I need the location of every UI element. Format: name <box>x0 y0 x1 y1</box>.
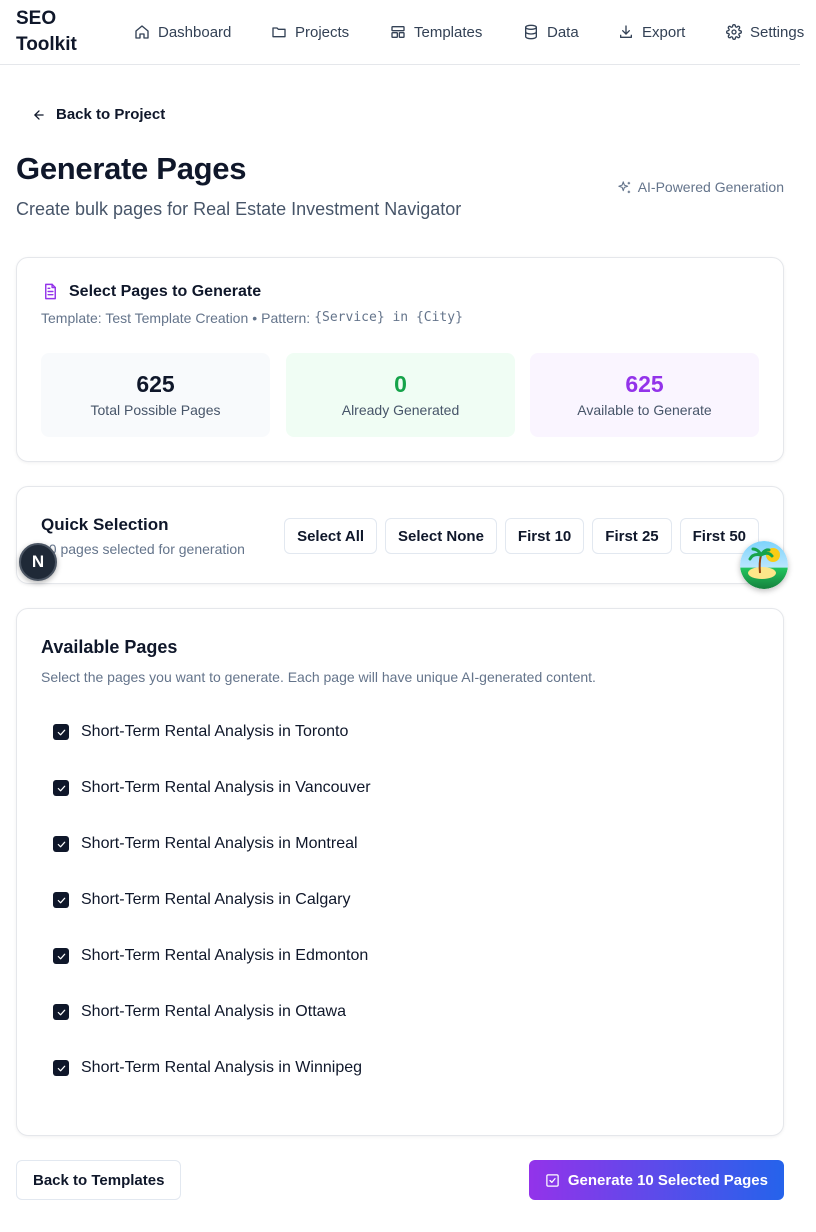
check-icon <box>57 953 65 959</box>
quick-selection-card: Quick Selection 10 pages selected for ge… <box>16 486 784 584</box>
download-icon <box>620 25 632 38</box>
page-list-item[interactable]: Short-Term Rental Analysis in Calgary <box>53 889 371 945</box>
stat-label: Available to Generate <box>577 402 712 418</box>
select-pages-card: Select Pages to Generate Template: Test … <box>16 257 784 462</box>
page-subtitle: Create bulk pages for Real Estate Invest… <box>16 199 462 219</box>
select-none-button[interactable]: Select None <box>385 518 497 554</box>
page-checkbox[interactable] <box>53 1060 69 1076</box>
page-label[interactable]: Short-Term Rental Analysis in Ottawa <box>81 1001 346 1023</box>
pattern-value: {Service} in {City} <box>314 310 463 325</box>
arrow-left-icon <box>34 109 44 120</box>
ai-badge-label: AI-Powered Generation <box>637 179 784 195</box>
stat-label: Already Generated <box>341 402 460 418</box>
check-square-icon <box>546 1173 559 1187</box>
stat-value: 0 <box>394 371 407 397</box>
quick-selection-title: Quick Selection <box>41 515 169 534</box>
stat-label: Total Possible Pages <box>90 402 221 418</box>
select-all-button[interactable]: Select All <box>284 518 378 554</box>
selection-count-text: 10 pages selected for generation <box>41 541 245 557</box>
stat-already-generated: 0 Already Generated <box>286 353 515 437</box>
nav-item-settings[interactable]: Settings <box>726 0 804 64</box>
back-to-project-label: Back to Project <box>56 106 166 123</box>
island-illustration <box>740 541 788 589</box>
page-label[interactable]: Short-Term Rental Analysis in Winnipeg <box>81 1057 362 1079</box>
home-icon <box>135 25 149 39</box>
database-icon <box>525 24 537 40</box>
page-list-item[interactable]: Short-Term Rental Analysis in Toronto <box>53 721 371 777</box>
page-label[interactable]: Short-Term Rental Analysis in Edmonton <box>81 945 368 967</box>
layout-icon <box>391 25 405 38</box>
available-pages-title: Available Pages <box>41 637 178 657</box>
check-icon <box>57 1009 65 1015</box>
page-label[interactable]: Short-Term Rental Analysis in Toronto <box>81 721 348 743</box>
nav-label: Settings <box>750 23 805 41</box>
back-to-templates-button[interactable]: Back to Templates <box>16 1160 182 1200</box>
first-10-button[interactable]: First 10 <box>504 518 585 554</box>
brand-logo[interactable]: SEO Toolkit <box>16 6 96 58</box>
page-list-item[interactable]: Short-Term Rental Analysis in Montreal <box>53 833 371 889</box>
nav-item-export[interactable]: Export <box>618 0 685 64</box>
stat-available: 625 Available to Generate <box>530 353 759 437</box>
nav-label: Templates <box>414 23 483 41</box>
stat-value: 625 <box>625 371 664 397</box>
dev-badge-letter: N <box>31 552 45 571</box>
meta-separator: • <box>252 310 258 326</box>
island-avatar-icon[interactable] <box>740 541 788 589</box>
ai-powered-badge: AI-Powered Generation <box>617 179 784 195</box>
page-checkbox[interactable] <box>53 780 69 796</box>
page-title: Generate Pages <box>16 151 247 186</box>
page-label[interactable]: Short-Term Rental Analysis in Montreal <box>81 833 358 855</box>
generate-pages-button[interactable]: Generate 10 Selected Pages <box>528 1160 784 1200</box>
select-pages-header: Select Pages to Generate <box>41 282 261 301</box>
dev-tools-badge[interactable]: N <box>19 543 57 581</box>
page-checkbox[interactable] <box>53 948 69 964</box>
nav-item-projects[interactable]: Projects <box>271 0 349 64</box>
page-label[interactable]: Short-Term Rental Analysis in Calgary <box>81 889 350 911</box>
check-icon <box>57 1065 65 1071</box>
check-icon <box>57 841 65 847</box>
nav-label: Data <box>547 23 579 41</box>
template-name: Template: Test Template Creation <box>41 310 249 326</box>
first-25-button[interactable]: First 25 <box>592 518 672 554</box>
folder-icon <box>272 27 286 38</box>
back-to-project-link[interactable]: Back to Project <box>32 106 165 123</box>
page-checkbox-list: Short-Term Rental Analysis in Toronto Sh… <box>53 721 371 1113</box>
nav-item-templates[interactable]: Templates <box>390 0 482 64</box>
available-pages-card: Available Pages Select the pages you wan… <box>16 608 784 1136</box>
check-icon <box>57 897 65 903</box>
check-icon <box>57 729 65 735</box>
gear-icon <box>726 24 742 40</box>
stat-value: 625 <box>136 371 175 397</box>
page-list-item[interactable]: Short-Term Rental Analysis in Ottawa <box>53 1001 371 1057</box>
template-info: Template: Test Template Creation • Patte… <box>41 310 463 326</box>
quick-selection-buttons: Select All Select None First 10 First 25… <box>284 518 759 554</box>
nav-label: Projects <box>295 23 350 41</box>
file-text-icon <box>45 283 56 300</box>
top-navbar: SEO Toolkit Dashboard Projects Templates… <box>0 0 804 65</box>
stat-total-pages: 625 Total Possible Pages <box>41 353 270 437</box>
page-checkbox[interactable] <box>53 1004 69 1020</box>
pattern-label: Pattern: <box>261 310 311 326</box>
sparkles-icon <box>618 180 630 193</box>
page-checkbox[interactable] <box>53 724 69 740</box>
page-list-item[interactable]: Short-Term Rental Analysis in Edmonton <box>53 945 371 1001</box>
select-pages-title: Select Pages to Generate <box>69 282 262 300</box>
page-checkbox[interactable] <box>53 836 69 852</box>
nav-label: Export <box>642 23 686 41</box>
page-label[interactable]: Short-Term Rental Analysis in Vancouver <box>81 777 371 799</box>
page-list-item[interactable]: Short-Term Rental Analysis in Winnipeg <box>53 1057 371 1113</box>
page-list-item[interactable]: Short-Term Rental Analysis in Vancouver <box>53 777 371 833</box>
nav-item-data[interactable]: Data <box>523 0 579 64</box>
page-checkbox[interactable] <box>53 892 69 908</box>
available-pages-description: Select the pages you want to generate. E… <box>41 669 596 685</box>
check-icon <box>57 785 65 791</box>
nav-label: Dashboard <box>158 23 232 41</box>
nav-item-dashboard[interactable]: Dashboard <box>134 0 231 64</box>
generate-button-label: Generate 10 Selected Pages <box>567 1171 768 1189</box>
